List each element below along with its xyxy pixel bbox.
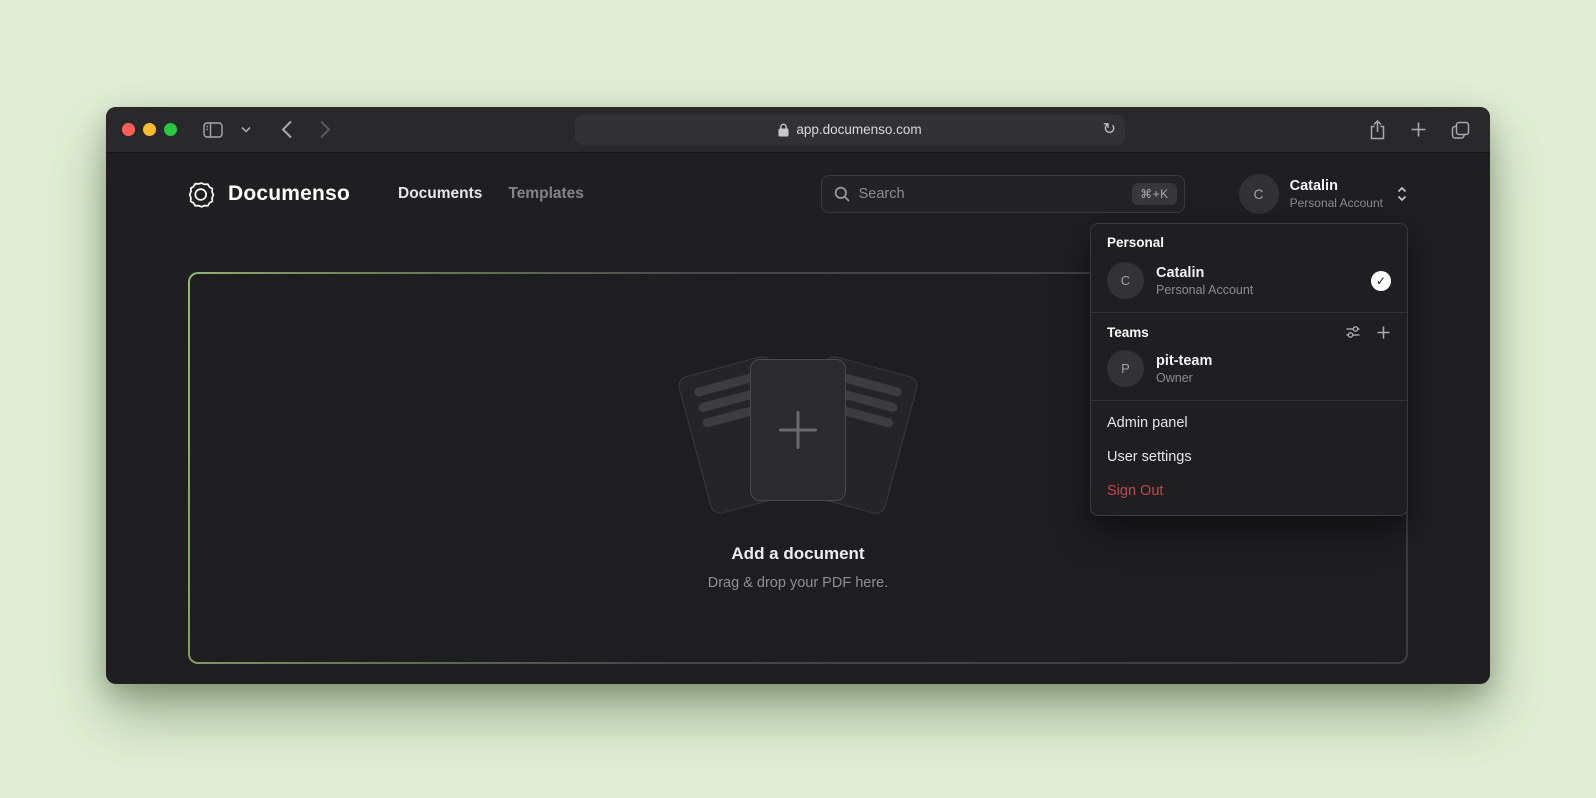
app-content: Documenso Documents Templates Search ⌘+K… — [106, 153, 1490, 683]
address-bar[interactable]: app.documenso.com ↻ — [575, 115, 1125, 145]
browser-window: app.documenso.com ↻ — [106, 107, 1490, 684]
team-item[interactable]: P pit-team Owner — [1091, 343, 1407, 400]
account-menu-trigger[interactable]: C Catalin Personal Account — [1239, 174, 1408, 214]
zoom-window-button[interactable] — [164, 123, 177, 136]
share-icon[interactable] — [1365, 116, 1390, 144]
traffic-lights — [122, 123, 177, 136]
minimize-window-button[interactable] — [143, 123, 156, 136]
chevrons-up-down-icon — [1396, 186, 1408, 202]
search-placeholder: Search — [859, 186, 905, 202]
avatar: C — [1239, 174, 1279, 214]
tab-overview-icon[interactable] — [1447, 117, 1474, 143]
create-team-icon[interactable] — [1376, 325, 1391, 340]
account-dropdown-menu: Personal C Catalin Personal Account ✓ Te… — [1090, 223, 1408, 516]
selected-check-icon: ✓ — [1371, 271, 1391, 291]
browser-toolbar: app.documenso.com ↻ — [106, 107, 1490, 153]
account-subtitle: Personal Account — [1290, 196, 1383, 211]
sidebar-toggle-icon[interactable] — [199, 118, 227, 142]
sidebar-chevron-down-icon[interactable] — [237, 122, 255, 137]
menu-item-user-settings[interactable]: User settings — [1091, 440, 1407, 474]
brand[interactable]: Documenso — [188, 181, 350, 208]
avatar: C — [1107, 262, 1144, 299]
brand-name: Documenso — [228, 182, 350, 206]
search-icon — [834, 186, 850, 202]
menu-item-admin-panel[interactable]: Admin panel — [1091, 406, 1407, 440]
back-button[interactable] — [277, 116, 297, 143]
reload-icon[interactable]: ↻ — [1103, 122, 1116, 138]
account-menu-items: Admin panel User settings Sign Out — [1091, 401, 1407, 515]
dropzone-title: Add a document — [731, 544, 864, 564]
manage-teams-icon[interactable] — [1345, 324, 1361, 340]
menu-item-sign-out[interactable]: Sign Out — [1091, 474, 1407, 508]
dropzone-subtitle: Drag & drop your PDF here. — [708, 575, 889, 591]
team-name: pit-team — [1156, 352, 1212, 371]
teams-section-label: Teams — [1107, 325, 1149, 340]
personal-section-label: Personal — [1091, 224, 1407, 255]
document-stack-icon — [668, 346, 928, 514]
avatar: P — [1107, 350, 1144, 387]
search-input[interactable]: Search ⌘+K — [821, 175, 1185, 213]
documenso-logo-icon — [188, 181, 215, 208]
lock-icon — [778, 123, 789, 137]
personal-account-item[interactable]: C Catalin Personal Account ✓ — [1091, 255, 1407, 312]
url-text: app.documenso.com — [796, 122, 921, 137]
primary-nav: Documents Templates — [398, 185, 584, 203]
plus-icon — [779, 411, 817, 449]
teams-section-header: Teams — [1091, 313, 1407, 343]
account-name: Catalin — [1290, 177, 1383, 195]
forward-button[interactable] — [315, 116, 335, 143]
personal-account-subtitle: Personal Account — [1156, 283, 1253, 297]
nav-documents[interactable]: Documents — [398, 185, 482, 203]
nav-templates[interactable]: Templates — [508, 185, 584, 203]
app-header: Documenso Documents Templates Search ⌘+K… — [188, 173, 1408, 215]
close-window-button[interactable] — [122, 123, 135, 136]
new-tab-icon[interactable] — [1406, 117, 1431, 142]
add-document-card — [750, 359, 846, 501]
search-shortcut-badge: ⌘+K — [1132, 183, 1177, 205]
team-role: Owner — [1156, 371, 1212, 385]
personal-account-name: Catalin — [1156, 264, 1253, 283]
